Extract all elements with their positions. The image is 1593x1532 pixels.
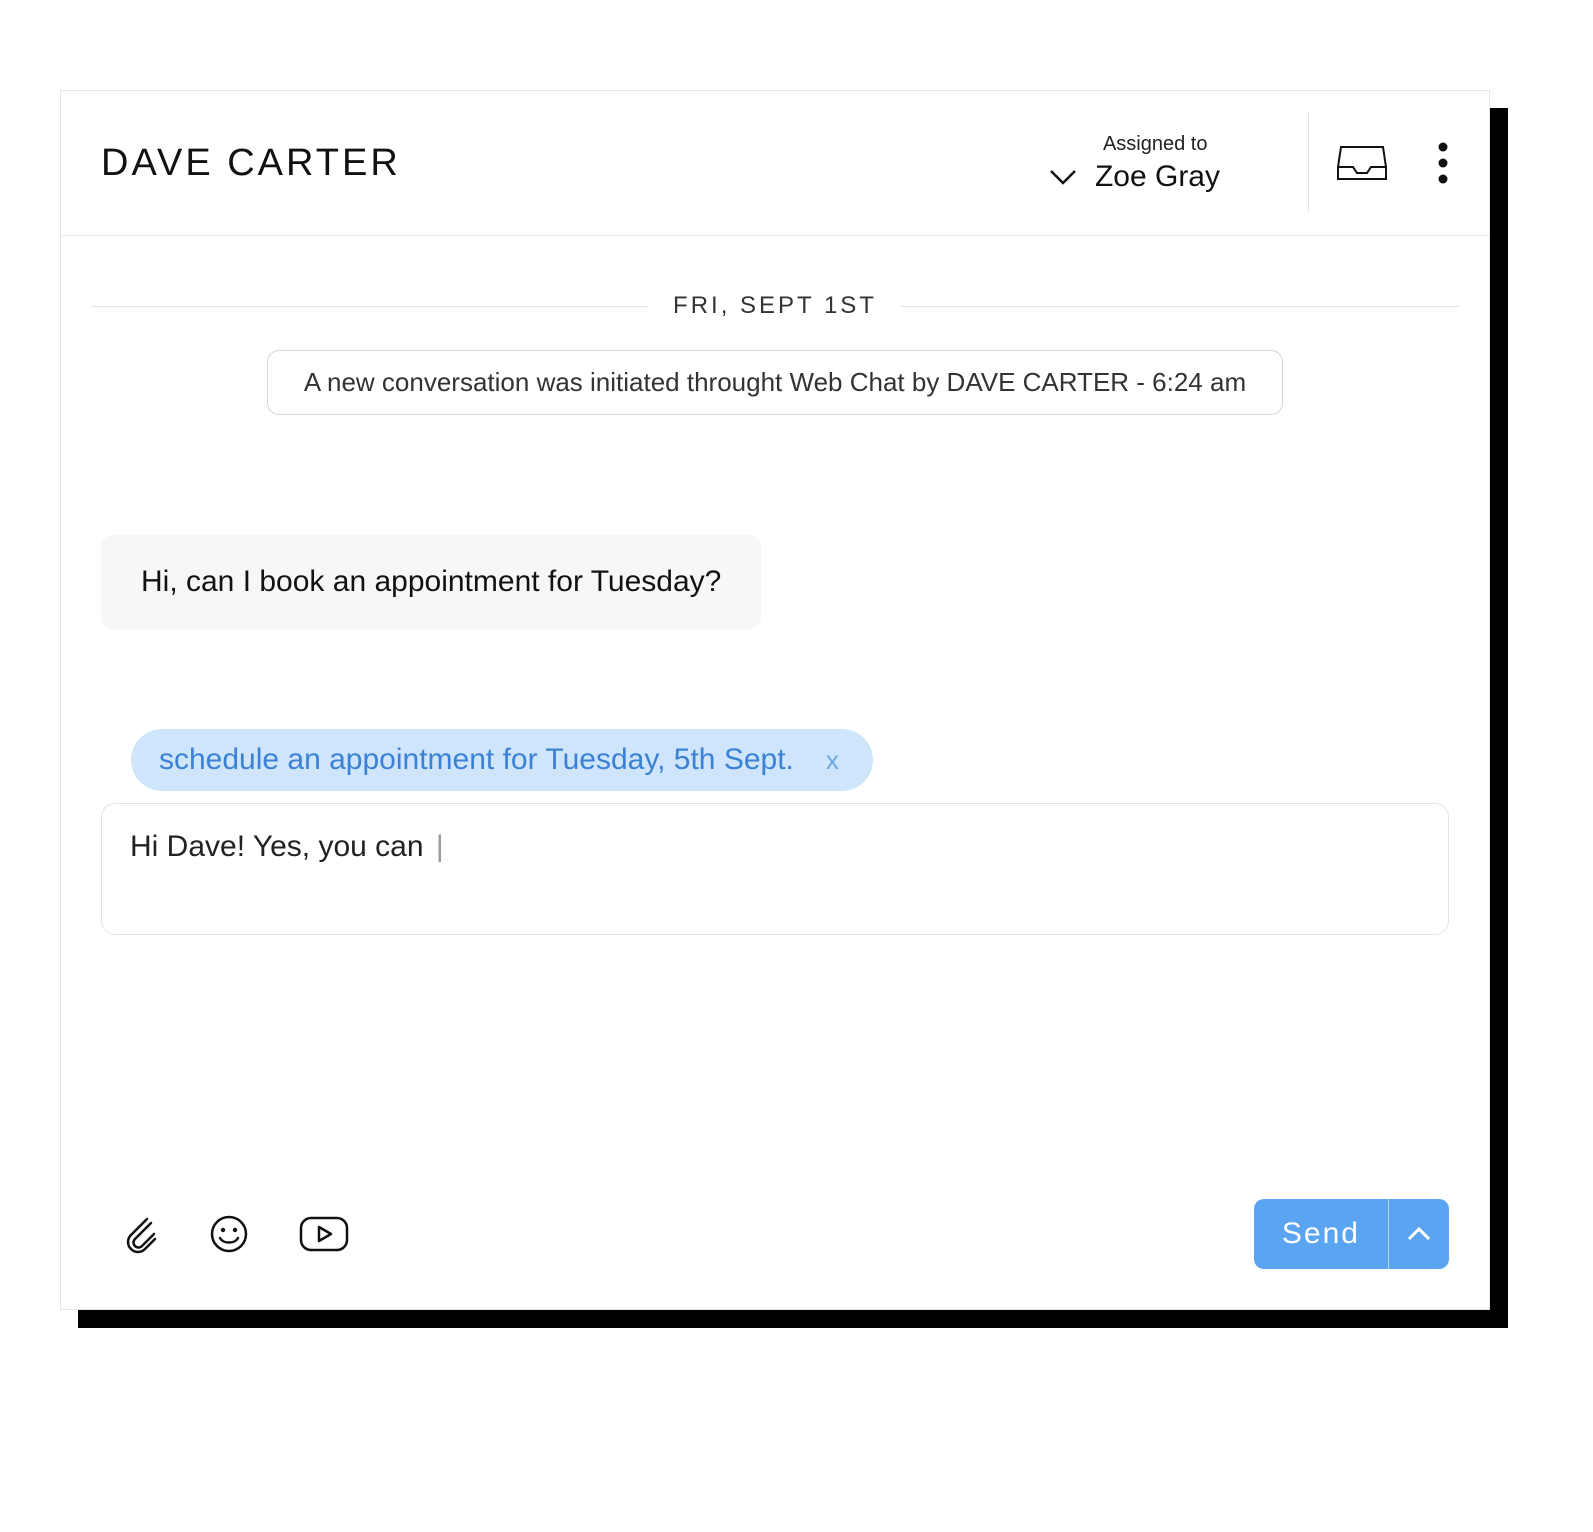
- emoji-icon[interactable]: [209, 1214, 249, 1254]
- message-input[interactable]: Hi Dave! Yes, you can |: [101, 803, 1449, 935]
- suggestion-text: schedule an appointment for Tuesday, 5th…: [159, 743, 794, 777]
- header-divider: [1308, 113, 1309, 213]
- assigned-to-label: Assigned to: [1103, 133, 1208, 156]
- assigned-to-block: Assigned to Zoe Gray: [1049, 133, 1220, 194]
- send-button[interactable]: Send: [1254, 1199, 1388, 1269]
- chat-header: DAVE CARTER Assigned to Zoe Gray: [61, 91, 1489, 236]
- more-vertical-icon[interactable]: [1437, 141, 1449, 185]
- chevron-down-icon: [1049, 168, 1077, 186]
- chat-panel: DAVE CARTER Assigned to Zoe Gray: [60, 90, 1490, 1310]
- send-button-group: Send: [1254, 1199, 1449, 1269]
- incoming-message: Hi, can I book an appointment for Tuesda…: [101, 535, 761, 629]
- compose-toolbar: Send: [61, 1173, 1489, 1309]
- suggestion-chip[interactable]: schedule an appointment for Tuesday, 5th…: [131, 729, 873, 791]
- customer-name: DAVE CARTER: [101, 142, 401, 185]
- suggestion-close-icon[interactable]: x: [820, 745, 845, 776]
- date-separator-label: FRI, SEPT 1ST: [673, 292, 877, 320]
- date-separator: FRI, SEPT 1ST: [91, 292, 1459, 320]
- assignee-name: Zoe Gray: [1095, 160, 1220, 194]
- assignee-dropdown[interactable]: Zoe Gray: [1049, 160, 1220, 194]
- inbox-icon[interactable]: [1337, 143, 1387, 183]
- video-icon[interactable]: [299, 1216, 349, 1252]
- chevron-up-icon: [1407, 1226, 1431, 1242]
- send-options-button[interactable]: [1388, 1199, 1449, 1269]
- message-input-value: Hi Dave! Yes, you can: [130, 830, 432, 863]
- text-cursor: |: [436, 830, 444, 863]
- attachment-icon[interactable]: [121, 1213, 159, 1255]
- system-note: A new conversation was initiated through…: [267, 350, 1283, 415]
